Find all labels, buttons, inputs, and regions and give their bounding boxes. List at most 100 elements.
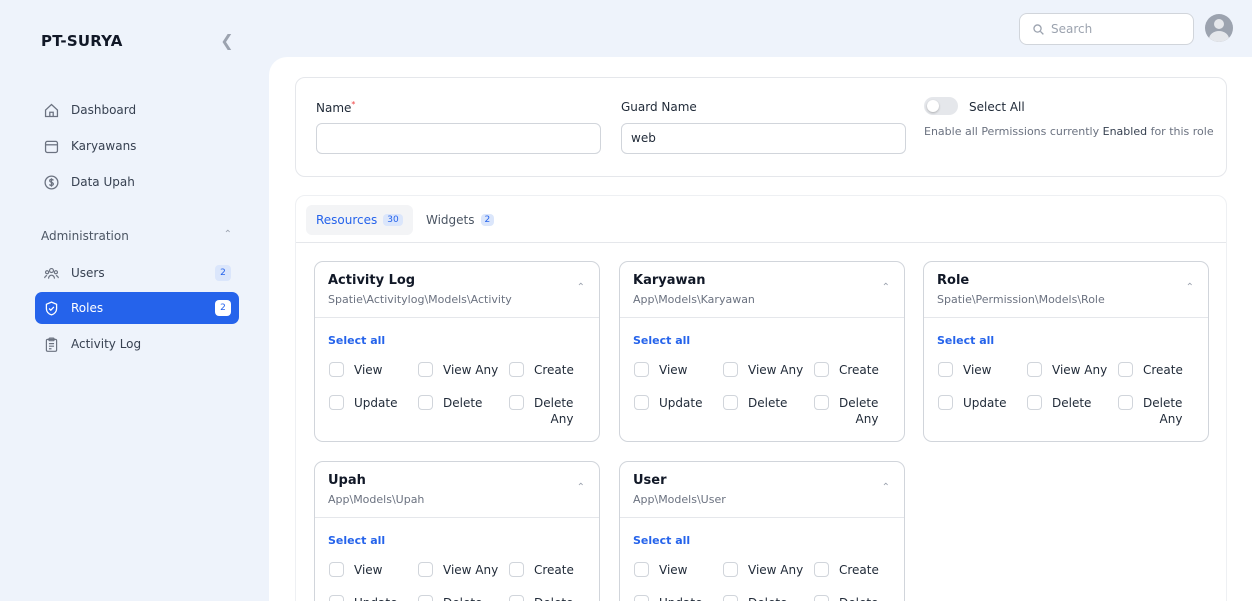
permission-view[interactable]: View	[634, 562, 687, 578]
permission-checkbox[interactable]	[938, 362, 953, 377]
search-input[interactable]: Search	[1019, 13, 1194, 45]
permission-delete[interactable]: Delete	[1027, 395, 1091, 411]
chevron-up-icon[interactable]: ⌃	[882, 482, 890, 493]
permission-checkbox[interactable]	[418, 562, 433, 577]
permission-view-any[interactable]: View Any	[418, 362, 498, 378]
permission-delete-any[interactable]: Delete Any	[1118, 395, 1182, 427]
resource-card-user: User App\Models\User ⌃ Select all View View A…	[619, 461, 905, 601]
permission-view[interactable]: View	[634, 362, 687, 378]
permission-delete[interactable]: Delete	[723, 395, 787, 411]
resource-card-header[interactable]: User App\Models\User ⌃	[620, 462, 904, 518]
shield-check-icon	[42, 299, 60, 317]
permission-checkbox[interactable]	[634, 362, 649, 377]
guard-name-field[interactable]: web	[621, 123, 906, 154]
chevron-up-icon[interactable]: ⌃	[882, 282, 890, 293]
permission-delete[interactable]: Delete	[814, 595, 878, 601]
permission-create[interactable]: Create	[814, 362, 879, 378]
select-all-link[interactable]: Select all	[937, 334, 994, 347]
permission-label: Delete	[1052, 396, 1092, 410]
permission-update[interactable]: Update	[329, 395, 397, 411]
permission-create[interactable]: Create	[509, 362, 574, 378]
permission-view-any[interactable]: View Any	[723, 362, 803, 378]
resource-card-header[interactable]: Karyawan App\Models\Karyawan ⌃	[620, 262, 904, 318]
permission-checkbox[interactable]	[723, 362, 738, 377]
search-icon	[1033, 23, 1044, 35]
permission-checkbox[interactable]	[509, 362, 524, 377]
permission-delete[interactable]: Delete	[509, 595, 573, 601]
select-all-toggle[interactable]	[924, 97, 958, 115]
permission-checkbox[interactable]	[814, 362, 829, 377]
permission-checkbox[interactable]	[1027, 395, 1042, 410]
resource-card-upah: Upah App\Models\Upah ⌃ Select all View View A…	[314, 461, 600, 601]
permission-update[interactable]: Update	[634, 395, 702, 411]
chevron-up-icon[interactable]: ⌃	[1186, 282, 1194, 293]
permission-delete[interactable]: Delete	[418, 395, 482, 411]
permission-checkbox[interactable]	[814, 595, 829, 601]
permission-checkbox[interactable]	[329, 562, 344, 577]
select-all-link[interactable]: Select all	[328, 534, 385, 547]
permission-checkbox[interactable]	[723, 595, 738, 601]
permission-checkbox[interactable]	[1027, 362, 1042, 377]
permission-checkbox[interactable]	[418, 595, 433, 601]
permission-create[interactable]: Create	[1118, 362, 1183, 378]
permission-checkbox[interactable]	[1118, 395, 1133, 410]
permission-checkbox[interactable]	[1118, 362, 1133, 377]
nav-item-dashboard[interactable]: Dashboard	[35, 94, 239, 126]
permission-checkbox[interactable]	[634, 562, 649, 577]
resource-card-header[interactable]: Role Spatie\Permission\Models\Role ⌃	[924, 262, 1208, 318]
select-all-link[interactable]: Select all	[633, 334, 690, 347]
permission-checkbox[interactable]	[723, 562, 738, 577]
permission-label: View	[659, 363, 688, 377]
nav-group-administration[interactable]: Administration ⌃	[41, 229, 236, 243]
permission-checkbox[interactable]	[418, 395, 433, 410]
permission-checkbox[interactable]	[634, 595, 649, 601]
permission-view[interactable]: View	[329, 362, 382, 378]
nav-item-users[interactable]: Users 2	[35, 257, 239, 289]
resource-title: Activity Log	[328, 273, 416, 288]
permission-view-any[interactable]: View Any	[418, 562, 498, 578]
permission-label: Delete	[443, 595, 482, 601]
chevron-up-icon[interactable]: ⌃	[577, 482, 585, 493]
nav-item-roles[interactable]: Roles 2	[35, 292, 239, 324]
tab-widgets[interactable]: Widgets 2	[416, 205, 504, 235]
permission-checkbox[interactable]	[723, 395, 738, 410]
permission-checkbox[interactable]	[634, 395, 649, 410]
permission-delete[interactable]: Delete	[723, 595, 787, 601]
permission-checkbox[interactable]	[509, 595, 524, 601]
permission-view[interactable]: View	[938, 362, 991, 378]
permission-create[interactable]: Create	[509, 562, 574, 578]
permission-update[interactable]: Update	[634, 595, 702, 601]
permission-checkbox[interactable]	[329, 362, 344, 377]
chevron-up-icon[interactable]: ⌃	[577, 282, 585, 293]
permission-checkbox[interactable]	[814, 562, 829, 577]
select-all-link[interactable]: Select all	[633, 534, 690, 547]
resource-card-header[interactable]: Upah App\Models\Upah ⌃	[315, 462, 599, 518]
permission-create[interactable]: Create	[814, 562, 879, 578]
permission-view-any[interactable]: View Any	[723, 562, 803, 578]
permission-label: View Any	[748, 563, 804, 577]
permission-label: Create	[534, 363, 574, 377]
tab-resources[interactable]: Resources 30	[306, 205, 413, 235]
permission-checkbox[interactable]	[329, 395, 344, 410]
nav-item-data-upah[interactable]: Data Upah	[35, 166, 239, 198]
nav-item-activity-log[interactable]: Activity Log	[35, 328, 239, 360]
permission-checkbox[interactable]	[814, 395, 829, 410]
permission-delete[interactable]: Delete	[418, 595, 482, 601]
permission-checkbox[interactable]	[509, 562, 524, 577]
permission-checkbox[interactable]	[938, 395, 953, 410]
permission-delete-any[interactable]: Delete Any	[814, 395, 878, 427]
permission-view[interactable]: View	[329, 562, 382, 578]
permission-checkbox[interactable]	[418, 362, 433, 377]
permission-view-any[interactable]: View Any	[1027, 362, 1107, 378]
avatar[interactable]	[1205, 14, 1233, 42]
permission-update[interactable]: Update	[938, 395, 1006, 411]
permission-checkbox[interactable]	[509, 395, 524, 410]
nav-item-karyawans[interactable]: Karyawans	[35, 130, 239, 162]
permission-delete-any[interactable]: Delete Any	[509, 395, 573, 427]
name-field[interactable]	[316, 123, 601, 154]
permission-checkbox[interactable]	[329, 595, 344, 601]
collapse-sidebar-button[interactable]: ❮	[218, 30, 236, 52]
permission-update[interactable]: Update	[329, 595, 397, 601]
select-all-link[interactable]: Select all	[328, 334, 385, 347]
resource-card-header[interactable]: Activity Log Spatie\Activitylog\Models\Ac…	[315, 262, 599, 318]
